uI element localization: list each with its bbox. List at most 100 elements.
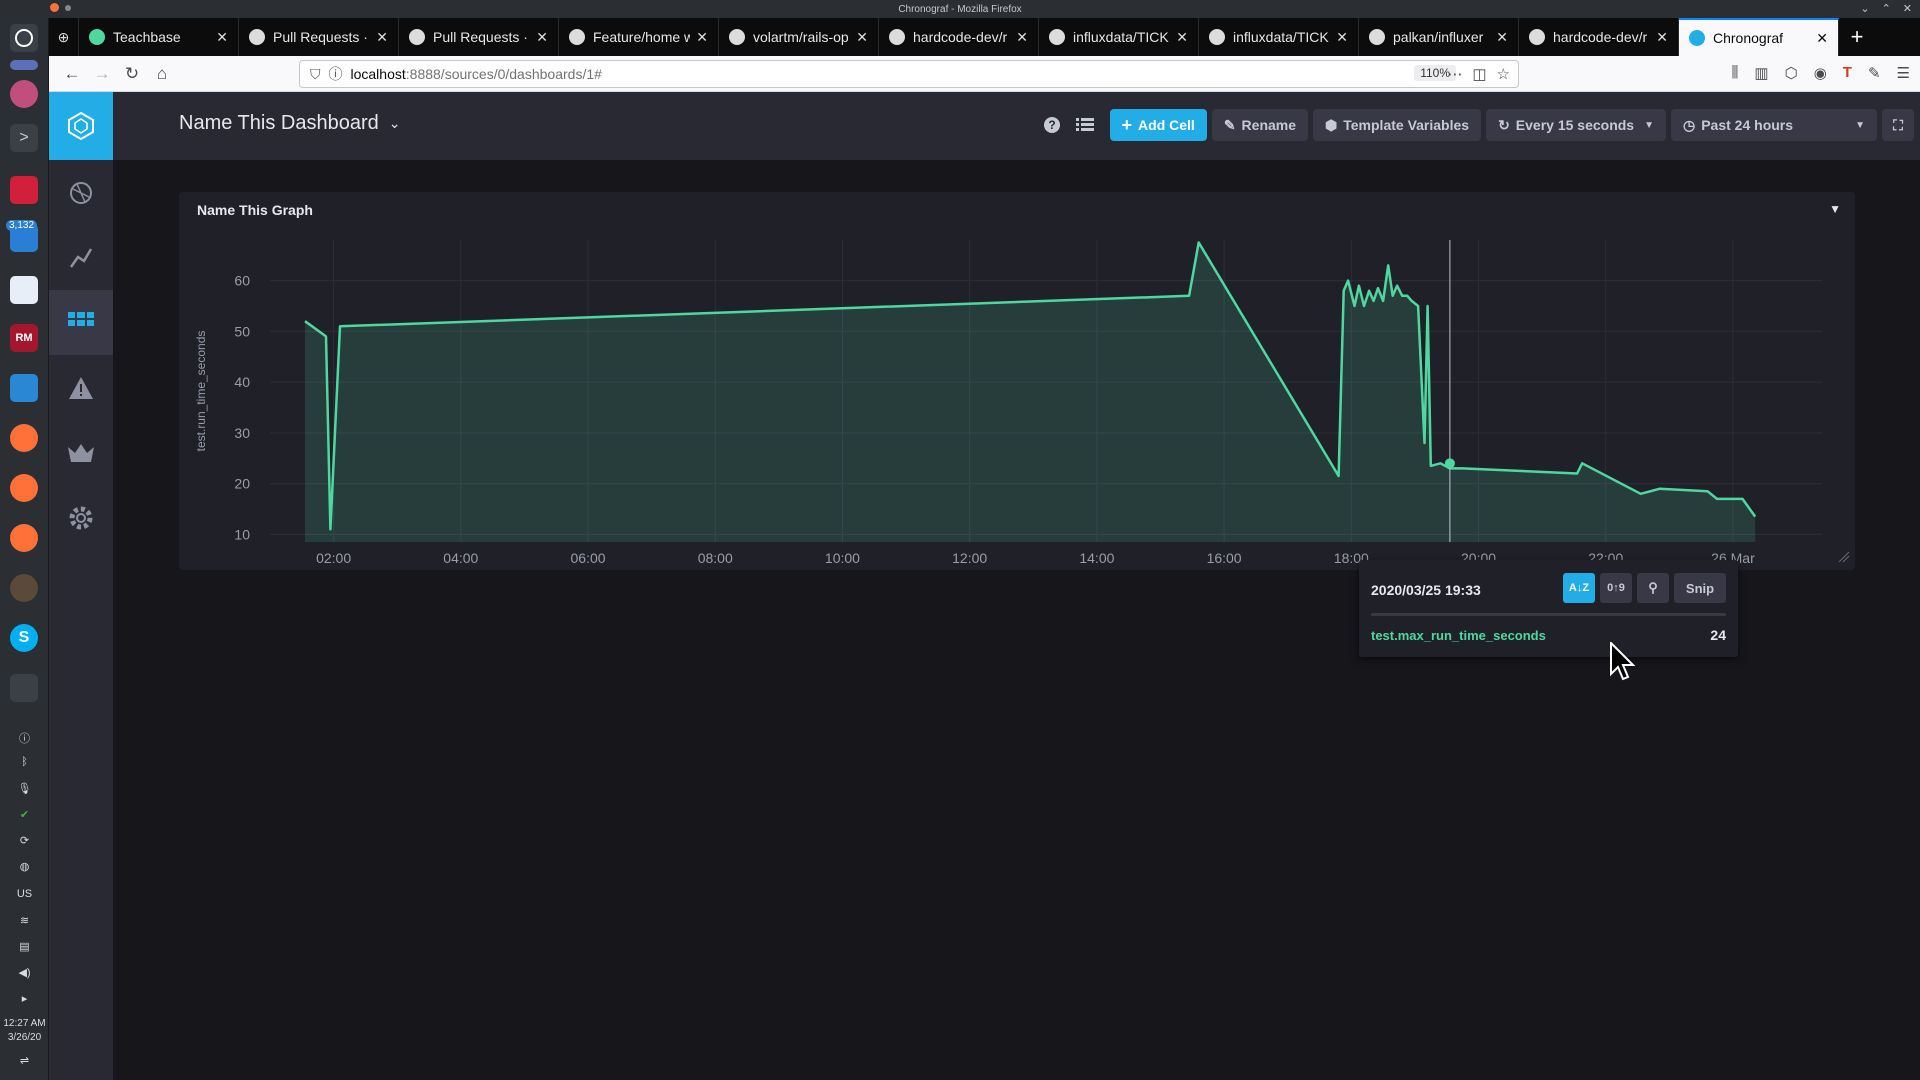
browser-tab[interactable]: Feature/home w ✕: [559, 18, 719, 56]
data-point: [1368, 290, 1370, 292]
maximize-icon[interactable]: ⌃: [1882, 2, 1891, 15]
browser-tab[interactable]: Pull Requests · ✕: [399, 18, 559, 56]
tab-favicon-icon: [249, 29, 265, 45]
keyboard-layout[interactable]: US: [0, 888, 49, 900]
sort-numeric-button[interactable]: 0↑9: [1600, 573, 1632, 603]
hamburger-menu-icon[interactable]: ☰: [1897, 64, 1910, 82]
reload-button[interactable]: ↻: [117, 64, 147, 84]
template-variables-button[interactable]: ⬢ Template Variables: [1313, 109, 1482, 141]
presentation-mode-button[interactable]: ⛶: [1882, 109, 1914, 141]
adblock-icon[interactable]: ⬡: [1785, 64, 1798, 82]
globe-icon[interactable]: ◍: [0, 860, 49, 873]
app-icon-1[interactable]: [10, 80, 38, 108]
library-icon[interactable]: ⫼: [1732, 64, 1739, 82]
browser-tab[interactable]: Pull Requests · ✕: [239, 18, 399, 56]
dashboard-title-button[interactable]: Name This Dashboard ⌄: [179, 112, 400, 135]
clock-date[interactable]: 3/26/20: [0, 1032, 49, 1043]
close-tab-icon[interactable]: ✕: [216, 29, 228, 46]
panel-settings-icon[interactable]: ⇌: [0, 1054, 49, 1067]
clock-time[interactable]: 12:27 AM: [0, 1018, 49, 1029]
show-template-vars-icon[interactable]: [1071, 109, 1099, 141]
rubymine-icon[interactable]: RM: [10, 324, 38, 352]
forward-button[interactable]: →: [87, 64, 117, 84]
update-icon[interactable]: ⟳: [0, 834, 49, 847]
bookmark-star-icon[interactable]: ☆: [1497, 65, 1510, 83]
bluetooth-icon[interactable]: ᛒ: [0, 756, 49, 768]
back-button[interactable]: ←: [57, 64, 87, 84]
extension-icon[interactable]: ✎: [1868, 64, 1881, 82]
minimize-icon[interactable]: ⌄: [1860, 2, 1869, 15]
nav-admin-icon[interactable]: [49, 420, 113, 485]
browser-tab[interactable]: volartm/rails-op ✕: [719, 18, 879, 56]
close-tab-icon[interactable]: ✕: [1496, 29, 1508, 46]
microphone-icon[interactable]: 🎙: [0, 782, 49, 795]
time-range-dropdown[interactable]: ◷ Past 24 hours ▼: [1671, 109, 1877, 141]
line-graph[interactable]: 10 20 30 40 50 60 02:00 04:00 06:00 08:00 10:00 12:…: [179, 192, 1855, 570]
extension-t-icon[interactable]: T: [1843, 64, 1852, 82]
expand-panel-icon[interactable]: >: [10, 124, 38, 152]
check-icon[interactable]: ✔: [0, 808, 49, 821]
browser-tab[interactable]: hardcode-dev/r ✕: [1519, 18, 1679, 56]
new-tab-button[interactable]: +: [1839, 18, 1875, 56]
sort-alphabetical-button[interactable]: A↓Z: [1563, 573, 1595, 603]
nav-alerting-icon[interactable]: [49, 355, 113, 420]
autorefresh-dropdown[interactable]: ↻ Every 15 seconds ▼: [1486, 109, 1666, 141]
browser-tab[interactable]: Teachbase ✕: [79, 18, 239, 56]
tray-info-icon[interactable]: ⓘ: [0, 730, 49, 746]
pocket-icon[interactable]: ◫: [1472, 65, 1486, 83]
clipboard-icon[interactable]: ▤: [0, 940, 49, 953]
home-button[interactable]: ⌂: [147, 64, 177, 84]
graph-cell[interactable]: Name This Graph ▼ 10 20 30 40 50 60 02:00 04:00…: [179, 192, 1855, 570]
firefox-icon-2[interactable]: [10, 474, 38, 502]
tab-overview-button[interactable]: ⊕: [49, 18, 79, 56]
nav-explore-icon[interactable]: [49, 225, 113, 290]
sidebar-icon[interactable]: ▥: [1754, 64, 1768, 82]
calendar-icon[interactable]: [10, 276, 38, 304]
snip-button[interactable]: Snip: [1674, 573, 1726, 603]
browser-tab[interactable]: influxdata/TICK ✕: [1199, 18, 1359, 56]
shield-icon[interactable]: ⛉: [310, 66, 321, 83]
graph-tooltip[interactable]: 2020/03/25 19:33 A↓Z 0↑9 ⚲ Snip test.max…: [1359, 560, 1738, 657]
nav-dashboards-icon[interactable]: [49, 290, 113, 355]
more-actions-icon[interactable]: ⋯: [1447, 65, 1462, 83]
gimp-icon[interactable]: [10, 574, 38, 602]
nav-status-icon[interactable]: [49, 160, 113, 225]
site-info-icon[interactable]: ⓘ: [329, 64, 343, 84]
pin-icon[interactable]: [65, 5, 71, 11]
tab-favicon-icon: [1209, 29, 1225, 45]
help-icon[interactable]: ?: [1038, 109, 1066, 141]
browser-tab[interactable]: hardcode-dev/r ✕: [879, 18, 1039, 56]
close-tab-icon[interactable]: ✕: [1816, 30, 1828, 47]
close-tab-icon[interactable]: ✕: [1016, 29, 1028, 46]
calculator-icon[interactable]: [10, 674, 38, 702]
add-cell-button[interactable]: + Add Cell: [1109, 109, 1207, 141]
firefox-icon-3[interactable]: [10, 524, 38, 552]
firefox-icon-1[interactable]: [10, 424, 38, 452]
close-window-icon[interactable]: ✕: [1903, 2, 1912, 15]
wifi-icon[interactable]: ≋: [0, 914, 49, 927]
close-tab-icon[interactable]: ✕: [856, 29, 868, 46]
tab-favicon-icon: [889, 29, 905, 45]
document-icon[interactable]: [10, 374, 38, 402]
rename-button[interactable]: ✎ Rename: [1211, 109, 1309, 141]
url-bar[interactable]: ⛉ ⓘ localhost:8888/sources/0/dashboards/…: [299, 60, 1519, 88]
close-tab-icon[interactable]: ✕: [376, 29, 388, 46]
nav-configuration-icon[interactable]: [49, 485, 113, 550]
chronograf-logo-icon[interactable]: [49, 92, 113, 160]
skype-icon[interactable]: S: [10, 624, 38, 652]
app-launcher-icon[interactable]: [10, 60, 38, 70]
kde-menu-icon[interactable]: [10, 24, 38, 52]
close-tab-icon[interactable]: ✕: [696, 29, 708, 46]
close-tab-icon[interactable]: ✕: [1336, 29, 1348, 46]
terminal-icon[interactable]: [10, 176, 38, 204]
search-button[interactable]: ⚲: [1637, 573, 1669, 603]
volume-icon[interactable]: ◀): [0, 966, 49, 979]
browser-tab[interactable]: influxdata/TICK ✕: [1039, 18, 1199, 56]
expand-tray-icon[interactable]: ▸: [0, 992, 49, 1005]
close-tab-icon[interactable]: ✕: [1176, 29, 1188, 46]
close-tab-icon[interactable]: ✕: [1656, 29, 1668, 46]
close-tab-icon[interactable]: ✕: [536, 29, 548, 46]
browser-tab[interactable]: palkan/influxer ✕: [1359, 18, 1519, 56]
browser-tab[interactable]: Chronograf ✕: [1679, 18, 1839, 56]
account-icon[interactable]: ◉: [1814, 64, 1827, 82]
